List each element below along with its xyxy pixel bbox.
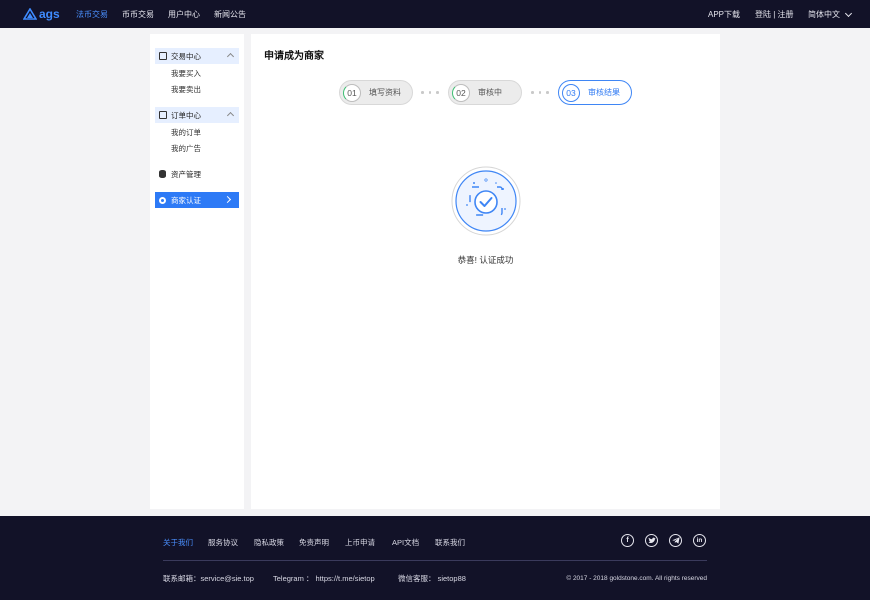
step-connector <box>531 91 549 94</box>
sidebar-item-label: 资产管理 <box>171 169 201 179</box>
logo-text: ags <box>39 7 60 21</box>
page-title: 申请成为商家 <box>264 51 324 62</box>
step-number: 01 <box>343 83 361 102</box>
chevron-up-icon <box>226 111 235 120</box>
step-label: 审核结果 <box>588 88 620 97</box>
step-connector <box>421 91 439 94</box>
step-1: 01 填写资料 <box>339 80 413 105</box>
facebook-icon[interactable]: f <box>621 534 634 547</box>
sidebar-group-order-center[interactable]: 订单中心 <box>155 107 239 123</box>
sidebar-item-buy[interactable]: 我要买入 <box>171 68 201 79</box>
sidebar: 交易中心 我要买入 我要卖出 订单中心 我的订单 我的广告 资产管理 商家认证 <box>150 34 244 509</box>
footer-link-listing[interactable]: 上币申请 <box>345 537 375 548</box>
twitter-icon[interactable] <box>645 534 658 547</box>
contact-telegram: Telegram ： https://t.me/sietop <box>273 574 375 583</box>
chevron-up-icon <box>226 52 235 61</box>
chevron-right-icon <box>223 195 232 204</box>
chevron-down-icon <box>844 9 853 17</box>
contact-wechat: 微信客服： sietop88 <box>398 574 466 583</box>
language-label: 简体中文 <box>808 10 840 19</box>
footer-link-api[interactable]: API文档 <box>392 537 419 548</box>
nav-item-fiat-trade[interactable]: 法币交易 <box>76 9 108 20</box>
sidebar-item-asset-management[interactable]: 资产管理 <box>155 166 239 182</box>
login-register-link[interactable]: 登陆 | 注册 <box>755 9 794 20</box>
top-navbar: ags 法币交易 币币交易 用户中心 新闻公告 APP下载 登陆 | 注册 简体… <box>0 0 870 28</box>
nav-item-news[interactable]: 新闻公告 <box>214 9 246 20</box>
contact-email: 联系邮箱：service@sie.top <box>163 574 254 583</box>
sidebar-item-label: 商家认证 <box>171 195 201 205</box>
footer-link-about[interactable]: 关于我们 <box>163 537 193 548</box>
footer-link-terms[interactable]: 服务协议 <box>208 537 238 548</box>
footer-link-contact[interactable]: 联系我们 <box>435 537 465 548</box>
step-2: 02 审核中 <box>448 80 522 105</box>
language-select[interactable]: 简体中文 <box>808 9 853 20</box>
success-message: 恭喜! 认证成功 <box>457 255 514 265</box>
certified-check-icon <box>451 166 521 236</box>
database-icon <box>159 170 166 178</box>
order-center-icon <box>159 111 167 119</box>
nav-item-coin-trade[interactable]: 币币交易 <box>122 9 154 20</box>
gear-icon <box>159 196 166 204</box>
copyright: © 2017 - 2018 goldstone.com. All rights … <box>566 575 707 582</box>
trade-center-icon <box>159 52 167 60</box>
footer-link-privacy[interactable]: 隐私政策 <box>254 537 284 548</box>
logo-icon <box>23 8 37 20</box>
step-label: 审核中 <box>478 88 502 97</box>
step-label: 填写资料 <box>369 88 401 97</box>
sidebar-item-merchant-certification[interactable]: 商家认证 <box>155 192 239 208</box>
logo[interactable]: ags <box>23 7 60 21</box>
step-number: 02 <box>452 83 470 102</box>
step-3: 03 审核结果 <box>558 80 632 105</box>
sidebar-item-my-ads[interactable]: 我的广告 <box>171 143 201 154</box>
app-download-link[interactable]: APP下载 <box>708 9 740 20</box>
telegram-icon[interactable] <box>669 534 682 547</box>
sidebar-group-trade-center[interactable]: 交易中心 <box>155 48 239 64</box>
footer: 关于我们 服务协议 隐私政策 免责声明 上币申请 API文档 联系我们 f in… <box>0 516 870 600</box>
footer-link-disclaimer[interactable]: 免责声明 <box>299 537 329 548</box>
sidebar-item-my-orders[interactable]: 我的订单 <box>171 127 201 138</box>
main-panel: 申请成为商家 01 填写资料 02 审核中 03 审核结果 恭喜! 认证成功 <box>251 34 720 509</box>
footer-divider <box>163 560 707 561</box>
step-number: 03 <box>562 83 580 102</box>
sidebar-item-sell[interactable]: 我要卖出 <box>171 84 201 95</box>
nav-item-user-center[interactable]: 用户中心 <box>168 9 200 20</box>
linkedin-icon[interactable]: in <box>693 534 706 547</box>
sidebar-group-label: 订单中心 <box>171 110 201 120</box>
sidebar-group-label: 交易中心 <box>171 51 201 61</box>
